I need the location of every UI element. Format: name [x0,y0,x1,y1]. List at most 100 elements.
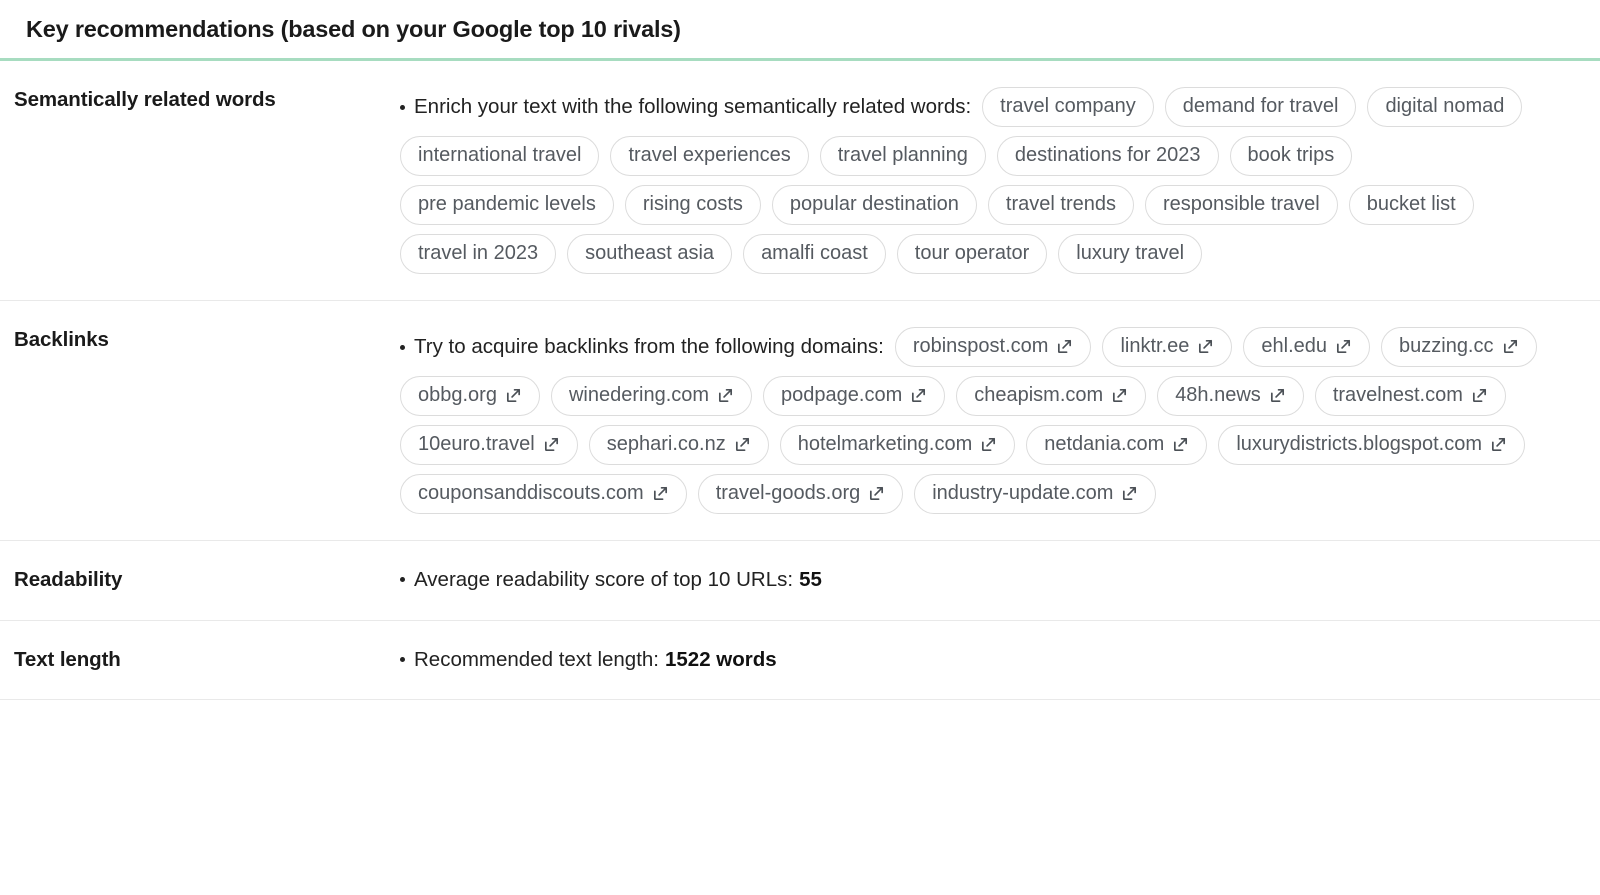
semantic-word-tag[interactable]: southeast asia [567,234,733,274]
semantic-word-tag[interactable]: international travel [400,136,600,176]
backlink-domain-label: hotelmarketing.com [797,433,973,455]
external-link-icon [1471,387,1488,404]
semantic-word-tag[interactable]: travel planning [819,136,986,176]
section-body-readability: Average readability score of top 10 URLs… [400,567,1580,594]
backlink-domain-tag[interactable]: netdania.com [1026,425,1208,465]
external-link-icon [734,436,751,453]
key-recommendations-panel: Key recommendations (based on your Googl… [0,0,1600,895]
semantic-word-tag[interactable]: book trips [1229,136,1353,176]
backlink-domain-label: cheapism.com [974,384,1104,406]
semantic-word-tag[interactable]: digital nomad [1367,87,1523,127]
section-label-backlinks: Backlinks [14,328,109,351]
recommendation-row-semantic: Semantically related words Enrich your t… [0,61,1600,301]
panel-header: Key recommendations (based on your Googl… [0,0,1600,58]
backlink-domain-label: industry-update.com [932,482,1114,504]
section-body-text-length: Recommended text length: 1522 words [400,647,1580,674]
external-link-icon [910,387,927,404]
text-length-value: 1522 words [665,647,777,671]
readability-score-value: 55 [799,568,822,591]
backlink-domain-tag[interactable]: obbg.org [400,376,540,416]
backlink-domain-tag[interactable]: winedering.com [550,376,753,416]
backlinks-bullet-text: Try to acquire backlinks from the follow… [400,334,884,360]
section-body-backlinks: Try to acquire backlinks from the follow… [400,327,1580,514]
text-length-bullet-text: Recommended text length: 1522 words [400,647,777,673]
bullet-dot-icon [400,577,405,583]
backlink-domain-label: winedering.com [568,384,710,406]
backlink-domain-label: robinspost.com [912,335,1049,357]
backlink-domain-label: couponsanddiscouts.com [418,482,644,504]
semantic-word-tag[interactable]: travel trends [987,185,1134,225]
bullet-dot-icon [400,344,405,350]
backlink-domain-label: podpage.com [781,384,903,406]
backlink-domain-tag[interactable]: robinspost.com [894,327,1092,367]
external-link-icon [717,387,734,404]
external-link-icon [1269,387,1286,404]
backlink-domain-label: obbg.org [418,384,497,406]
backlink-domain-tag[interactable]: luxurydistricts.blogspot.com [1218,425,1525,465]
semantic-word-tag[interactable]: travel in 2023 [400,234,557,274]
backlink-domain-tag[interactable]: buzzing.cc [1381,327,1537,367]
backlink-domain-tag[interactable]: travelnest.com [1314,376,1506,416]
external-link-icon [652,485,669,502]
backlink-domain-tag[interactable]: podpage.com [763,376,946,416]
backlink-domain-list: Try to acquire backlinks from the follow… [400,327,1570,514]
external-link-icon [868,485,885,502]
backlink-domain-tag[interactable]: linktr.ee [1102,327,1233,367]
semantic-word-tag[interactable]: pre pandemic levels [400,185,614,225]
external-link-icon [1490,436,1507,453]
backlink-domain-label: netdania.com [1044,433,1165,455]
backlink-domain-tag[interactable]: hotelmarketing.com [779,425,1016,465]
backlink-domain-label: travelnest.com [1332,384,1463,406]
semantic-tag-list: Enrich your text with the following sema… [400,87,1570,274]
backlink-domain-tag[interactable]: sephari.co.nz [588,425,769,465]
backlink-domain-label: sephari.co.nz [606,433,726,455]
bullet-dot-icon [400,656,405,662]
backlink-domain-label: buzzing.cc [1399,335,1494,357]
semantic-word-tag[interactable]: travel experiences [610,136,809,176]
backlink-domain-label: 48h.news [1175,384,1261,406]
semantic-word-tag[interactable]: demand for travel [1164,87,1357,127]
recommendation-row-readability: Readability Average readability score of… [0,541,1600,621]
backlink-domain-tag[interactable]: ehl.edu [1243,327,1370,367]
semantic-word-tag[interactable]: responsible travel [1144,185,1338,225]
semantic-word-tag[interactable]: luxury travel [1058,234,1203,274]
section-label-text-length: Text length [14,647,121,671]
external-link-icon [1172,436,1189,453]
recommendation-row-backlinks: Backlinks Try to acquire backlinks from … [0,301,1600,541]
external-link-icon [1335,338,1352,355]
backlink-domain-tag[interactable]: travel-goods.org [697,474,904,514]
external-link-icon [1111,387,1128,404]
external-link-icon [1121,485,1138,502]
semantic-word-tag[interactable]: bucket list [1348,185,1474,225]
backlink-domain-label: linktr.ee [1120,335,1190,357]
external-link-icon [1056,338,1073,355]
section-label-readability: Readability [14,568,123,591]
semantic-word-tag[interactable]: travel company [982,87,1154,127]
external-link-icon [980,436,997,453]
semantic-word-tag[interactable]: popular destination [771,185,977,225]
section-label-semantic: Semantically related words [14,88,276,111]
page-title: Key recommendations (based on your Googl… [26,15,681,42]
external-link-icon [1502,338,1519,355]
backlink-domain-label: ehl.edu [1261,335,1327,357]
external-link-icon [505,387,522,404]
external-link-icon [1197,338,1214,355]
recommendation-row-text-length: Text length Recommended text length: 152… [0,621,1600,701]
external-link-icon [543,436,560,453]
backlink-domain-tag[interactable]: industry-update.com [914,474,1157,514]
section-body-semantic: Enrich your text with the following sema… [400,87,1580,274]
backlink-domain-tag[interactable]: couponsanddiscouts.com [400,474,687,514]
bullet-dot-icon [400,104,405,110]
semantic-word-tag[interactable]: rising costs [624,185,761,225]
backlink-domain-label: luxurydistricts.blogspot.com [1236,433,1482,455]
semantic-bullet-text: Enrich your text with the following sema… [400,94,971,120]
backlink-domain-label: 10euro.travel [418,433,535,455]
backlink-domain-label: travel-goods.org [715,482,861,504]
backlink-domain-tag[interactable]: cheapism.com [956,376,1147,416]
readability-bullet-text: Average readability score of top 10 URLs… [400,567,822,593]
backlink-domain-tag[interactable]: 48h.news [1157,376,1304,416]
semantic-word-tag[interactable]: destinations for 2023 [996,136,1219,176]
semantic-word-tag[interactable]: tour operator [896,234,1048,274]
semantic-word-tag[interactable]: amalfi coast [743,234,886,274]
backlink-domain-tag[interactable]: 10euro.travel [400,425,578,465]
